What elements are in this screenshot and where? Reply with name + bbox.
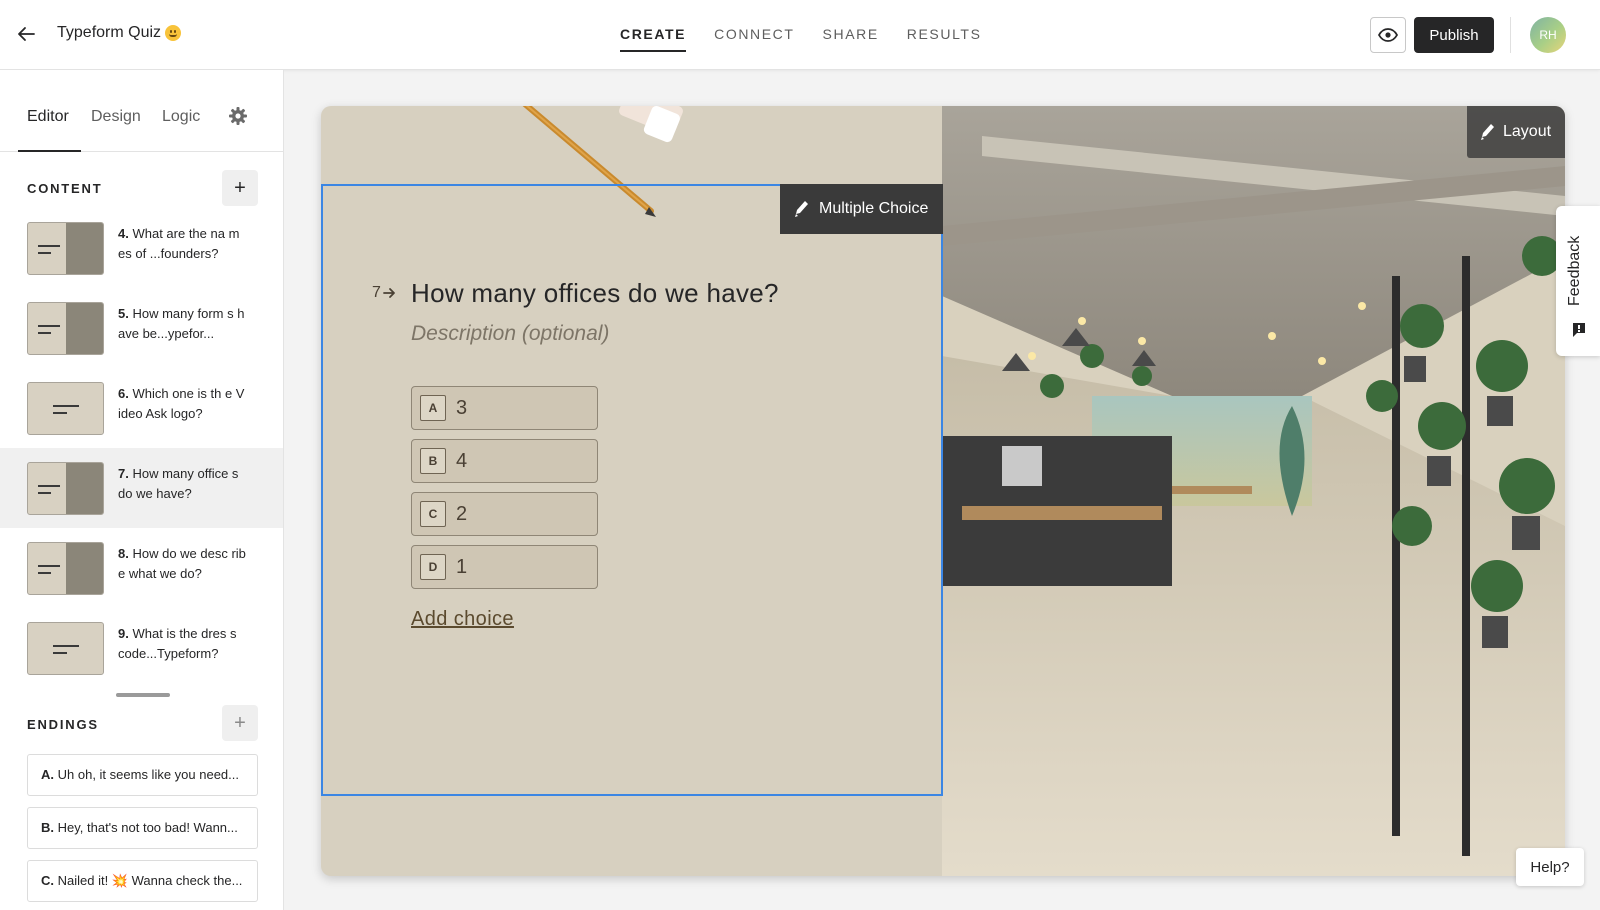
- eye-icon: [1378, 28, 1398, 42]
- question-label: 6. Which one is th e Video Ask logo?: [118, 386, 245, 421]
- pencil-icon: [1481, 124, 1494, 140]
- help-button[interactable]: Help?: [1516, 848, 1584, 886]
- tab-results[interactable]: RESULTS: [907, 0, 982, 70]
- question-label: 8. How do we desc ribe what we do?: [118, 546, 246, 581]
- active-tab-underline: [18, 150, 81, 152]
- main-nav: CREATE CONNECT SHARE RESULTS: [620, 0, 982, 70]
- feedback-label: Feedback: [1566, 235, 1583, 306]
- arrow-right-icon: [383, 288, 395, 298]
- choice-key: C: [420, 501, 446, 527]
- feedback-tab[interactable]: Feedback: [1556, 206, 1600, 356]
- ending-item-c[interactable]: C. Nailed it! 💥 Wanna check the...: [27, 860, 258, 902]
- question-item-9[interactable]: 9. What is the dres s code...Typeform?: [0, 608, 283, 688]
- layout-label: Layout: [1503, 123, 1552, 140]
- add-question-button[interactable]: +: [222, 170, 258, 206]
- question-item-7[interactable]: 7. How many office s do we have?: [0, 448, 283, 528]
- choice-value[interactable]: 4: [456, 450, 467, 473]
- choice-value[interactable]: 2: [456, 503, 467, 526]
- endings-heading: ENDINGS: [27, 717, 99, 732]
- choice-b[interactable]: B 4: [411, 439, 598, 483]
- tab-editor[interactable]: Editor: [27, 108, 69, 126]
- question-item-6[interactable]: 6. Which one is th e Video Ask logo?: [0, 368, 283, 448]
- choice-key: D: [420, 554, 446, 580]
- gear-icon[interactable]: [228, 106, 248, 126]
- question-item-5[interactable]: 5. How many form s have be...ypefor...: [0, 288, 283, 368]
- add-ending-button[interactable]: +: [222, 705, 258, 741]
- feedback-icon: [1573, 323, 1585, 337]
- question-type-badge[interactable]: Multiple Choice: [780, 184, 943, 234]
- publish-button[interactable]: Publish: [1414, 17, 1494, 53]
- question-item-8[interactable]: 8. How do we desc ribe what we do?: [0, 528, 283, 608]
- choice-value[interactable]: 1: [456, 556, 467, 579]
- question-title[interactable]: How many offices do we have?: [411, 278, 779, 309]
- tab-logic[interactable]: Logic: [162, 108, 200, 126]
- question-thumbnail: [27, 542, 104, 595]
- question-label: 4. What are the na mes of ...founders?: [118, 226, 240, 261]
- office-photo: [942, 106, 1565, 876]
- question-type-label: Multiple Choice: [819, 200, 929, 217]
- question-item-4[interactable]: 4. What are the na mes of ...founders?: [0, 208, 283, 288]
- question-number: 7: [372, 284, 397, 302]
- description-field[interactable]: Description (optional): [411, 322, 609, 346]
- choice-key: B: [420, 448, 446, 474]
- tab-share[interactable]: SHARE: [823, 0, 879, 70]
- avatar[interactable]: RH: [1530, 17, 1566, 53]
- choice-d[interactable]: D 1: [411, 545, 598, 589]
- choice-key: A: [420, 395, 446, 421]
- panel-resize-handle[interactable]: [116, 693, 170, 697]
- header-divider: [1510, 17, 1511, 53]
- question-thumbnail: [27, 462, 104, 515]
- preview-button[interactable]: [1370, 17, 1406, 53]
- question-label: 9. What is the dres s code...Typeform?: [118, 626, 237, 661]
- question-thumbnail: [27, 222, 104, 275]
- ending-item-a[interactable]: A. Uh oh, it seems like you need...: [27, 754, 258, 796]
- question-label: 7. How many office s do we have?: [118, 466, 239, 501]
- question-thumbnail: [27, 302, 104, 355]
- top-bar: Typeform Quiz CREATE CONNECT SHARE RESUL…: [0, 0, 1600, 70]
- back-arrow-icon[interactable]: [14, 22, 38, 46]
- form-title-text[interactable]: Typeform Quiz: [57, 24, 161, 42]
- smiling-face-emoji-icon: [165, 25, 182, 41]
- add-choice-link[interactable]: Add choice: [411, 608, 514, 631]
- question-thumbnail: [27, 622, 104, 675]
- question-selection-frame[interactable]: [321, 184, 943, 796]
- sidebar: Editor Design Logic CONTENT + 4. What ar…: [0, 70, 284, 910]
- form-title[interactable]: Typeform Quiz: [57, 24, 182, 42]
- question-label: 5. How many form s have be...ypefor...: [118, 306, 245, 341]
- ending-item-b[interactable]: B. Hey, that's not too bad! Wann...: [27, 807, 258, 849]
- choice-a[interactable]: A 3: [411, 386, 598, 430]
- layout-button[interactable]: Layout: [1467, 106, 1565, 158]
- sidebar-tabs: Editor Design Logic: [0, 70, 284, 152]
- tab-design[interactable]: Design: [91, 108, 141, 126]
- tab-connect[interactable]: CONNECT: [714, 0, 794, 70]
- question-thumbnail: [27, 382, 104, 435]
- content-heading: CONTENT: [27, 181, 103, 196]
- pencil-icon: [795, 201, 808, 217]
- choice-c[interactable]: C 2: [411, 492, 598, 536]
- tab-create[interactable]: CREATE: [620, 0, 687, 70]
- choice-value[interactable]: 3: [456, 397, 467, 420]
- question-canvas: Multiple Choice Layout 7 How many office…: [321, 106, 1565, 876]
